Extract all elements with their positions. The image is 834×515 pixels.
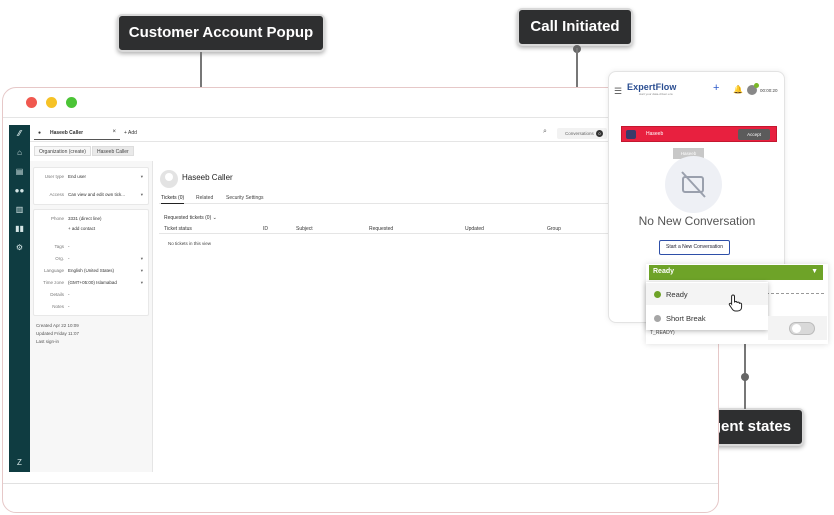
org-field[interactable]: Org. - ▾ xyxy=(34,256,150,266)
partial-state-label: T_READY) xyxy=(650,330,675,336)
avatar xyxy=(160,170,178,188)
user-type-card: User type End user ▾ Access Can view and… xyxy=(33,167,149,205)
tab-label: Haseeb Caller xyxy=(50,130,84,136)
user-icon: ● xyxy=(38,130,42,136)
page-title: Haseeb Caller xyxy=(182,173,233,182)
session-timer: 00:00:20 xyxy=(760,88,778,93)
state-option-ready[interactable]: Ready xyxy=(646,283,768,305)
minimize-window-icon[interactable] xyxy=(46,97,57,108)
callout-call-initiated: Call Initiated xyxy=(517,8,633,46)
agent-state-select[interactable]: Ready ▼ xyxy=(649,265,823,280)
chevron-down-icon: ▾ xyxy=(140,192,143,197)
col-requested[interactable]: Requested xyxy=(369,226,393,232)
home-icon[interactable]: ⌂ xyxy=(9,148,30,158)
no-conversation-text: No New Conversation xyxy=(638,214,756,228)
chevron-down-icon: ▾ xyxy=(140,256,143,261)
toggle-knob xyxy=(792,324,801,333)
callout-customer-popup: Customer Account Popup xyxy=(117,14,325,52)
agent-state-menu: Ready Short Break xyxy=(646,282,768,330)
col-group[interactable]: Group xyxy=(547,226,561,232)
empty-tickets-message: No tickets in this view xyxy=(168,241,212,246)
tags-field[interactable]: Tags - xyxy=(34,244,150,254)
conversations-label: Conversations xyxy=(565,131,594,136)
tab-tickets[interactable]: Tickets (0) xyxy=(161,195,185,204)
col-subject[interactable]: Subject xyxy=(296,226,313,232)
details-field[interactable]: Details - xyxy=(34,292,150,302)
state-option-short-break[interactable]: Short Break xyxy=(646,307,768,329)
views-icon[interactable]: ▤ xyxy=(9,167,30,177)
callout-dot-agent xyxy=(741,373,749,381)
zendesk-icon[interactable]: Z xyxy=(9,458,30,468)
tab-security-settings[interactable]: Security Settings xyxy=(226,195,264,201)
agent-avatar[interactable] xyxy=(747,83,759,95)
browser-footer-divider xyxy=(3,483,718,484)
customers-icon[interactable]: ●● xyxy=(9,186,30,196)
phone-field[interactable]: Phone 3331 (direct line) xyxy=(34,216,150,226)
user-type-field[interactable]: User type End user ▾ xyxy=(34,174,150,184)
chevron-down-icon: ▾ xyxy=(140,280,143,285)
user-details-card: Phone 3331 (direct line) + add contact T… xyxy=(33,209,149,316)
start-conversation-button[interactable]: Start a New Conversation xyxy=(659,240,730,255)
conversations-button[interactable]: Conversations 0 xyxy=(557,128,607,139)
state-dot-ready xyxy=(654,291,661,298)
search-icon[interactable]: ⌕ xyxy=(543,128,547,136)
expertflow-logo: ExpertFlow xyxy=(627,82,677,92)
timezone-field[interactable]: Time zone (GMT+05:00) Islamabad ▾ xyxy=(34,280,150,290)
reporting-icon[interactable]: ▮▮ xyxy=(9,224,30,234)
divider xyxy=(766,293,824,294)
chevron-down-icon: ▼ xyxy=(811,268,818,275)
user-properties-panel: User type End user ▾ Access Can view and… xyxy=(30,161,153,472)
col-ticket-status[interactable]: Ticket status xyxy=(164,226,192,232)
close-icon[interactable]: × xyxy=(112,129,116,135)
created-date: Created Apr 22 10:09 xyxy=(36,323,79,328)
maximize-window-icon[interactable] xyxy=(66,97,77,108)
menu-icon[interactable]: ☰ xyxy=(614,86,622,97)
updated-date: Updated Friday 11:07 xyxy=(36,331,79,336)
accept-button[interactable]: Accept xyxy=(738,129,770,140)
bell-icon[interactable]: 🔔 xyxy=(733,85,743,94)
conversations-count: 0 xyxy=(596,130,603,137)
access-field[interactable]: Access Can view and edit own tick... ▾ xyxy=(34,192,150,202)
col-id[interactable]: ID xyxy=(263,226,268,232)
language-field[interactable]: Language English (United States) ▾ xyxy=(34,268,150,278)
logo-icon[interactable]: ⁄⁄ xyxy=(9,129,30,139)
col-updated[interactable]: Updated xyxy=(465,226,484,232)
incoming-call-bar: Haseeb Accept xyxy=(621,126,777,142)
tab-related[interactable]: Related xyxy=(196,195,213,201)
breadcrumb-user[interactable]: Haseeb Caller xyxy=(92,146,134,156)
breadcrumb-organization[interactable]: Organization (create) xyxy=(34,146,91,156)
caller-name: Haseeb xyxy=(646,131,664,137)
status-badge xyxy=(754,83,759,88)
tickets-table-header: Ticket status ID Subject Requested Updat… xyxy=(159,225,619,234)
notes-field[interactable]: Notes - xyxy=(34,304,150,314)
add-tab-button[interactable]: + Add xyxy=(124,130,137,136)
add-icon[interactable]: + xyxy=(713,82,719,94)
zendesk-sidebar: ⁄⁄ ⌂ ▤ ●● ▥ ▮▮ ⚙ Z xyxy=(9,125,30,472)
hand-cursor-icon xyxy=(728,294,743,312)
logo-tagline: start your data-driven era xyxy=(639,92,673,96)
close-window-icon[interactable] xyxy=(26,97,37,108)
tab-haseeb-caller[interactable]: ● Haseeb Caller × xyxy=(34,127,120,140)
auto-ready-toggle[interactable] xyxy=(789,322,815,335)
call-channel-icon xyxy=(626,130,636,139)
last-sign-in: Last sign-in xyxy=(36,339,60,344)
state-dot-short-break xyxy=(654,315,661,322)
admin-icon[interactable]: ⚙ xyxy=(9,243,30,253)
requested-tickets-dropdown[interactable]: Requested tickets (0) ⌄ xyxy=(164,215,217,221)
organizations-icon[interactable]: ▥ xyxy=(9,205,30,215)
chevron-down-icon: ▾ xyxy=(140,174,143,179)
agent-state-value: Ready xyxy=(653,268,675,275)
no-conversation-icon xyxy=(665,156,722,213)
chevron-down-icon: ▾ xyxy=(140,268,143,273)
add-contact-link[interactable]: + add contact xyxy=(34,226,150,236)
